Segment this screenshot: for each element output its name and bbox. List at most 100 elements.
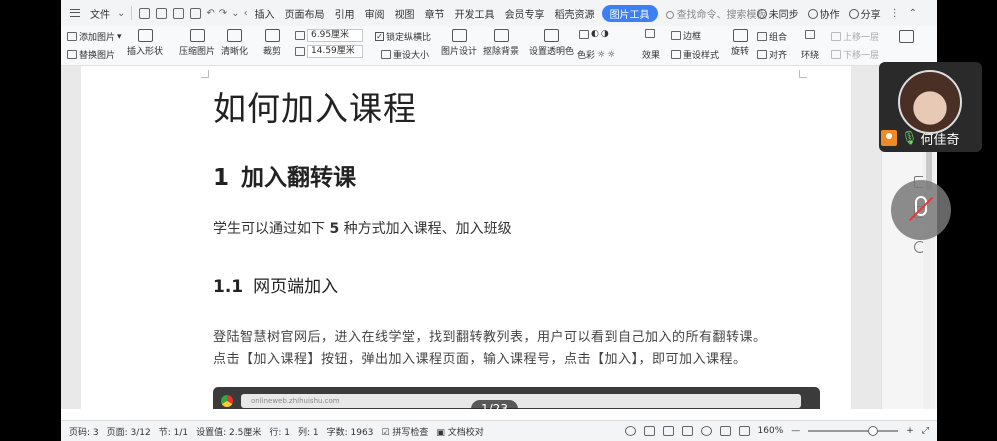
undo-icon[interactable]: ↶ (206, 8, 214, 19)
zoom-slider-knob[interactable] (868, 426, 879, 436)
fullscreen-icon[interactable]: ⤢ (922, 426, 929, 436)
document-page[interactable]: 如何加入课程 1 加入翻转课 学生可以通过如下 5 种方式加入课程、加入班级 1.… (81, 66, 851, 409)
align-button[interactable]: 对齐 (757, 48, 787, 61)
adjust-icons-row1: ◐ ◑ (579, 29, 609, 39)
web-view-icon[interactable] (700, 426, 712, 436)
border-button[interactable]: 边框 (671, 29, 701, 42)
cloud-icon (756, 8, 767, 19)
zoom-out-icon[interactable]: — (791, 426, 800, 436)
compress-image-button[interactable]: 压缩图片 (179, 29, 215, 57)
proofread-icon: ▣ (436, 427, 445, 438)
reading-view-icon[interactable] (681, 426, 693, 436)
share-icon (848, 8, 859, 19)
crop-label: 裁剪 (263, 47, 282, 57)
menu-item-sections[interactable]: 章节 (420, 6, 450, 21)
spell-check-label: 拼写检查 (392, 427, 429, 438)
outline-view-icon[interactable] (662, 426, 674, 436)
status-page-code[interactable]: 页码: 3 (69, 425, 99, 438)
add-image-button[interactable]: 添加图片 ▾ (67, 30, 122, 43)
zoom-level[interactable]: 160% (758, 426, 784, 436)
menu-item-review[interactable]: 审阅 (360, 6, 390, 21)
image-design-button[interactable]: 图片设计 (441, 29, 477, 57)
wrap-button[interactable]: 环绕 (801, 48, 819, 61)
reset-style-button[interactable]: 重设样式 (671, 48, 719, 61)
tab-picture-tools[interactable]: 图片工具 (601, 4, 658, 22)
spell-check-toggle[interactable]: ☑ 拼写检查 (381, 425, 428, 438)
collapse-ribbon-icon[interactable]: ⌃ (909, 8, 917, 19)
remove-background-button[interactable]: 抠除背景 (483, 29, 519, 57)
status-word-count[interactable]: 字数: 1963 (327, 425, 374, 438)
effect-button[interactable]: 效果 (642, 48, 660, 61)
menu-item-page-layout[interactable]: 页面布局 (280, 6, 330, 21)
status-pages[interactable]: 页面: 3/12 (107, 425, 151, 438)
more-icon[interactable]: ⋮ (890, 8, 900, 19)
set-transparent-button[interactable]: 设置透明色 (529, 29, 574, 57)
menu-item-insert[interactable]: 插入 (250, 6, 280, 21)
height-input[interactable]: 14.59厘米 (307, 45, 363, 58)
menu-item-member[interactable]: 会员专享 (500, 6, 550, 21)
menu-item-view[interactable]: 视图 (390, 6, 420, 21)
status-right-group: 160% — + ⤢ (624, 421, 929, 441)
proofread-button[interactable]: ▣ 文档校对 (436, 425, 483, 438)
image-design-icon (451, 29, 467, 42)
wrap-icon-group (805, 30, 815, 39)
sharpen-button[interactable]: 清晰化 (221, 29, 248, 57)
replace-image-button[interactable]: 替换图片 (67, 48, 115, 61)
effect-icon-group (645, 29, 655, 38)
margin-mark (799, 70, 807, 78)
group-button[interactable]: 组合 (757, 30, 787, 43)
status-section[interactable]: 节: 1/1 (159, 425, 188, 438)
width-field-group: 6.95厘米 (295, 29, 363, 42)
search-icon (665, 10, 674, 19)
participant-video-tile[interactable]: 🎙 何佳奇 (879, 62, 982, 152)
zoom-in-icon[interactable]: + (906, 426, 914, 436)
insert-shape-button[interactable]: 插入形状 (127, 29, 163, 57)
export-pdf-icon[interactable] (156, 7, 168, 19)
print-icon[interactable] (173, 7, 185, 19)
fit-page-icon[interactable] (738, 426, 750, 436)
share-button[interactable]: 分享 (848, 6, 881, 21)
sync-status[interactable]: 未同步 (756, 6, 799, 21)
redo-icon[interactable]: ↷ (219, 8, 227, 19)
menu-item-docer[interactable]: 稻壳资源 (550, 6, 600, 21)
save-icon[interactable] (139, 7, 151, 19)
lock-ratio-checkbox[interactable]: ✓ 锁定纵横比 (375, 30, 431, 43)
chevron-down-icon[interactable]: ⌄ (117, 8, 125, 19)
bring-forward-label: 上移一层 (843, 33, 880, 43)
brightness-icon[interactable] (579, 29, 589, 39)
menu-icon[interactable] (70, 9, 80, 17)
select-pane-button[interactable] (899, 30, 914, 45)
send-backward-button[interactable]: 下移一层 (831, 48, 879, 61)
scroll-left-icon[interactable]: ‹ (244, 8, 248, 19)
contrast-down-icon[interactable]: ◑ (601, 29, 609, 39)
menu-item-references[interactable]: 引用 (330, 6, 360, 21)
wrap-icon[interactable] (805, 30, 815, 39)
wps-writer-window: 文件 ⌄ ↶ ↷ ⌄ ‹ 插入 页面布局 引用 审阅 视图 章节 开发工具 会员… (61, 0, 937, 441)
write-mode-icon[interactable] (719, 426, 731, 436)
customize-chevron-icon[interactable]: ⌄ (231, 8, 239, 19)
mute-button[interactable] (891, 180, 951, 240)
collaborate-button[interactable]: 协作 (807, 6, 840, 21)
page-view-icon[interactable] (643, 426, 655, 436)
eye-protect-icon[interactable] (624, 426, 636, 436)
width-input[interactable]: 6.95厘米 (307, 29, 363, 42)
rotate-button[interactable]: 旋转 (731, 29, 749, 57)
effect-icon[interactable] (645, 29, 655, 38)
color-button[interactable]: 色彩 ☼ ☼ (577, 48, 615, 62)
print-preview-icon[interactable] (190, 7, 202, 19)
menu-item-developer[interactable]: 开发工具 (450, 6, 500, 21)
replace-image-label: 替换图片 (79, 51, 116, 61)
heading-1: 1 加入翻转课 (213, 158, 356, 192)
wrap-label: 环绕 (801, 51, 820, 61)
separator (131, 6, 133, 20)
zoom-slider[interactable] (808, 426, 899, 436)
crop-button[interactable]: 裁剪 (263, 29, 281, 57)
height-icon (295, 47, 305, 56)
reset-size-button[interactable]: 重设大小 (381, 48, 429, 61)
file-menu[interactable]: 文件 (85, 6, 115, 21)
command-search[interactable]: 查找命令、搜索模板 (665, 6, 767, 21)
contrast-up-icon[interactable]: ◐ (591, 29, 599, 39)
width-icon (295, 31, 305, 40)
bring-forward-button[interactable]: 上移一层 (831, 30, 879, 43)
status-setting[interactable]: 设置值: 2.5厘米 (196, 425, 261, 438)
